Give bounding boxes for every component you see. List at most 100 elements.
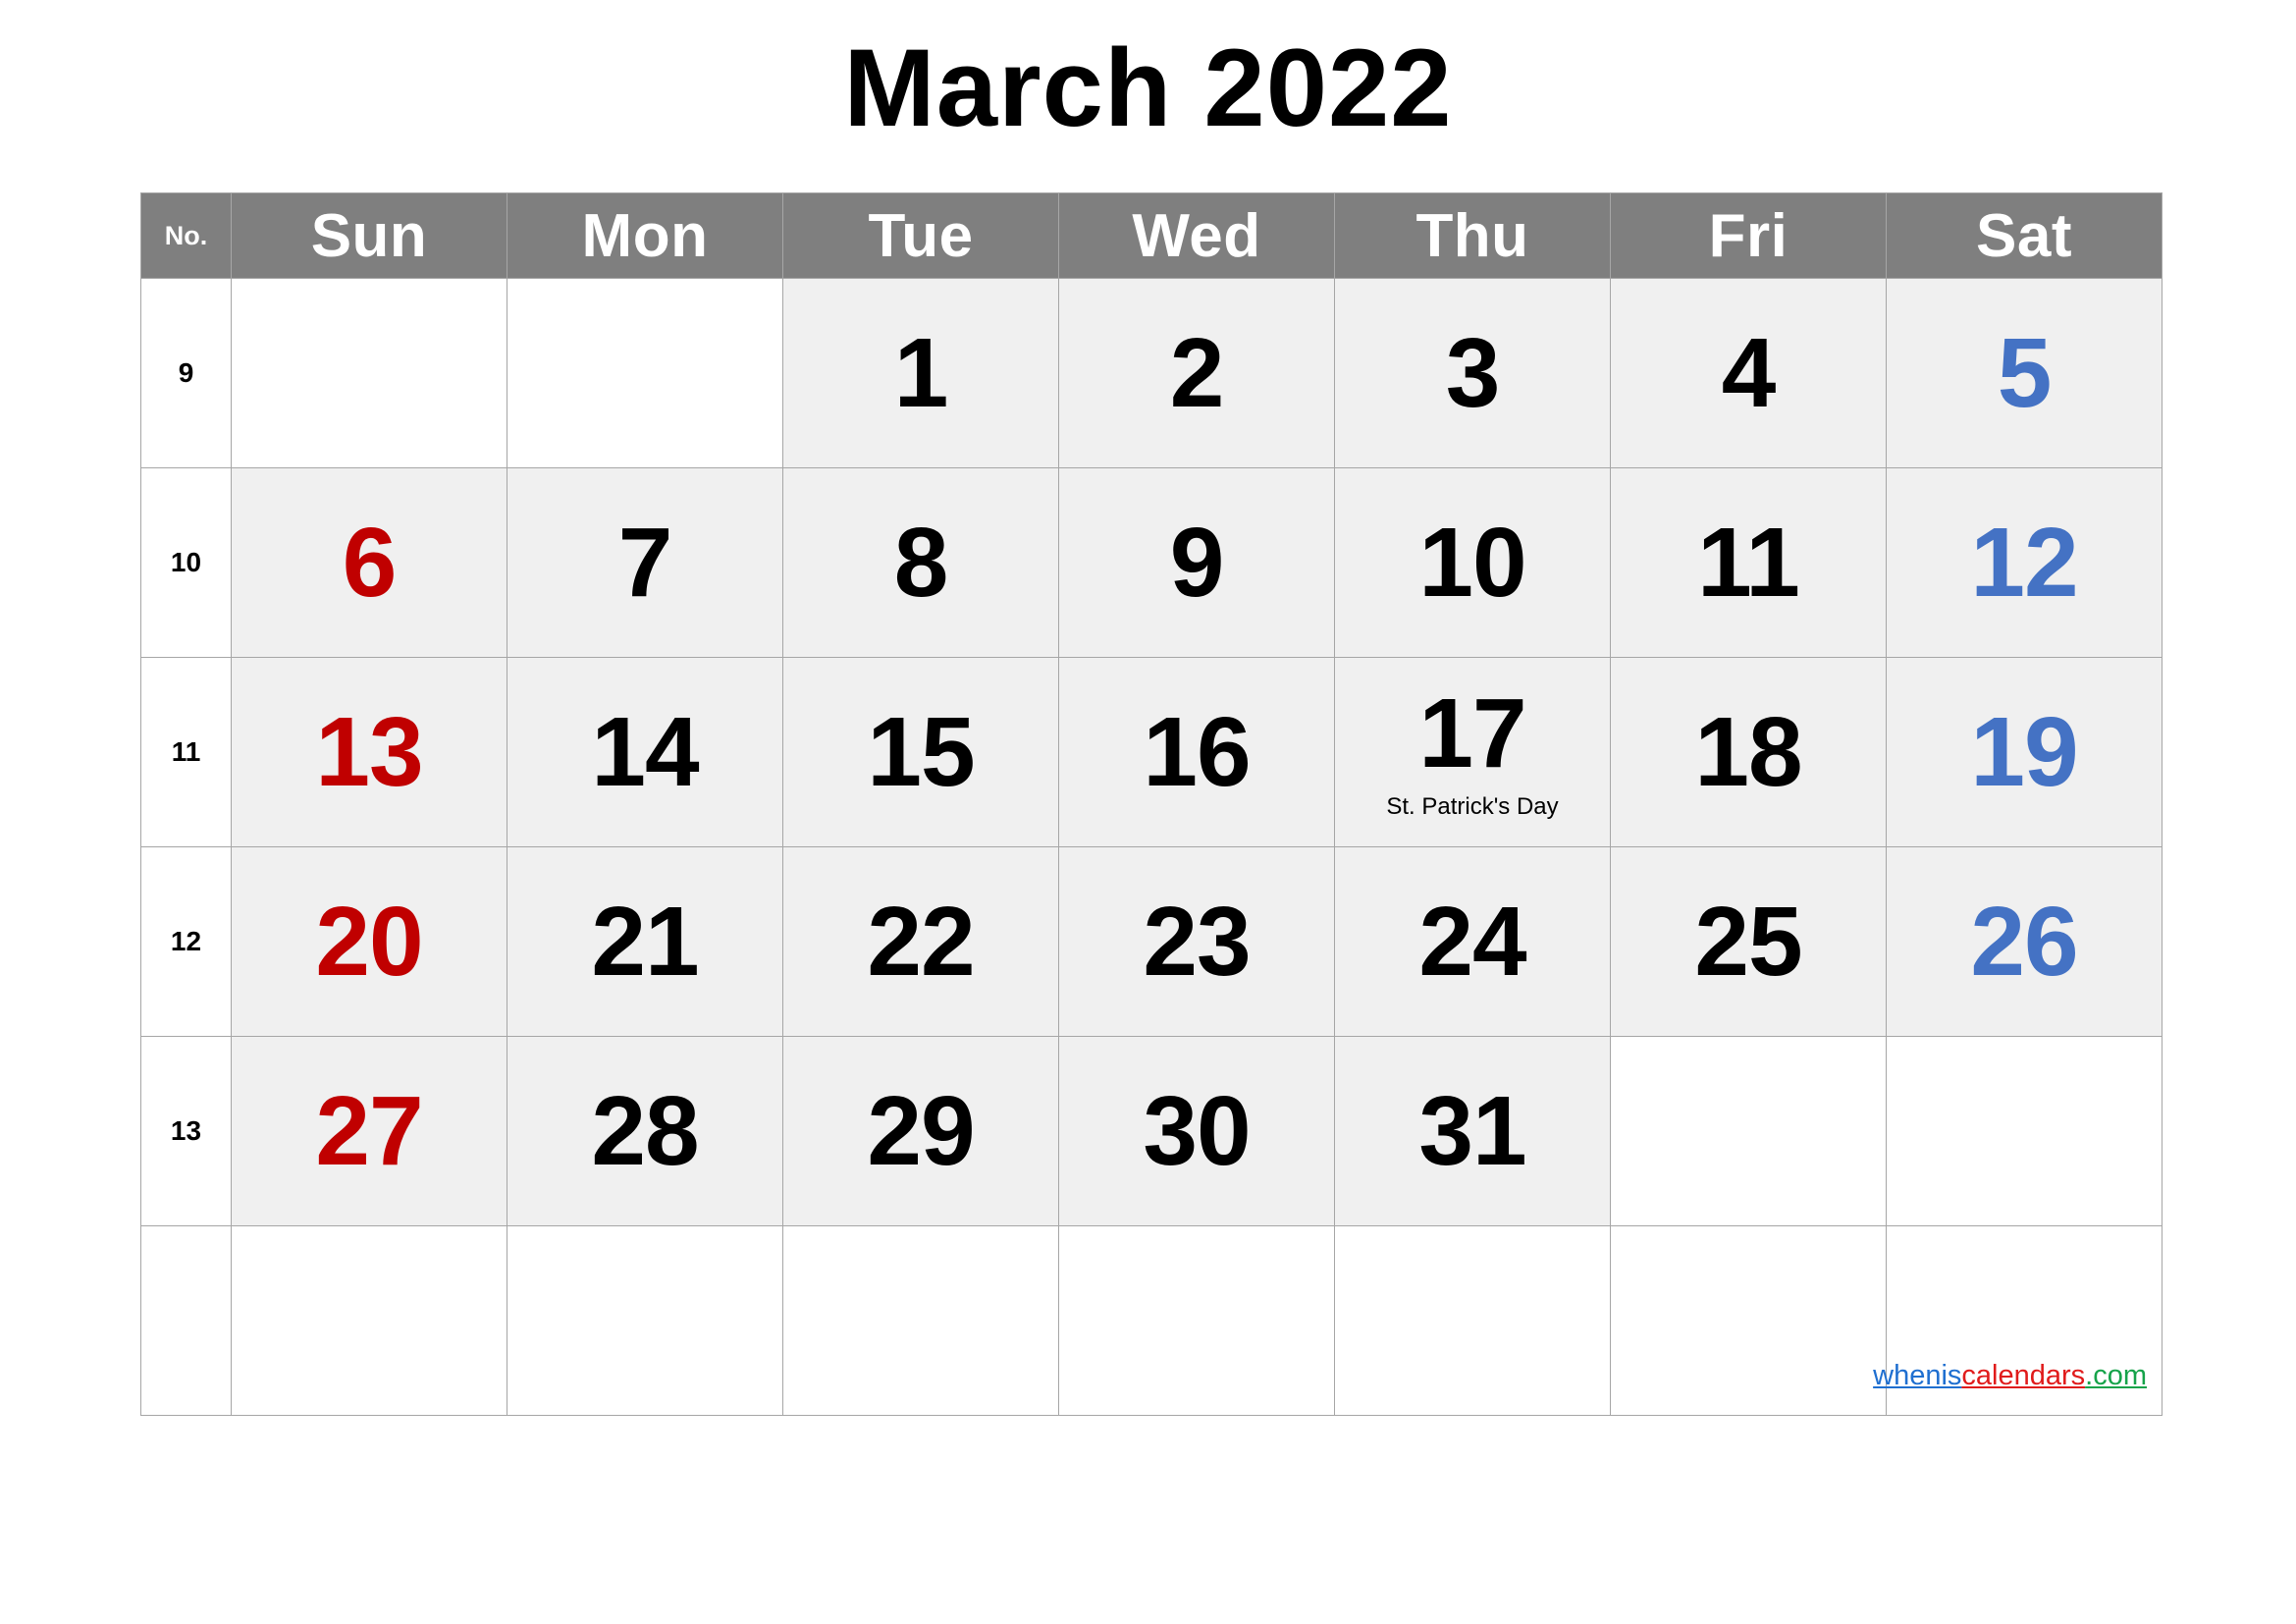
- day-cell-content: [232, 1226, 507, 1415]
- day-cell-sun[interactable]: 27: [231, 1036, 507, 1226]
- day-cell-sun[interactable]: 13: [231, 657, 507, 847]
- day-cell-wed[interactable]: 30: [1058, 1036, 1335, 1226]
- day-cell-content: 25: [1611, 847, 1886, 1036]
- date-number: 2: [1169, 318, 1225, 428]
- day-cell-sun[interactable]: [231, 278, 507, 468]
- day-cell-mon[interactable]: 21: [507, 846, 783, 1037]
- day-cell-fri[interactable]: [1610, 1036, 1887, 1226]
- day-cell-thu[interactable]: 31: [1334, 1036, 1611, 1226]
- calendar-container: No. Sun Mon Tue Wed Thu Fri Sat 9 1 2 3 4 5 10…: [140, 192, 2163, 1416]
- day-cell-wed[interactable]: 9: [1058, 467, 1335, 658]
- day-cell-content: 27: [232, 1037, 507, 1225]
- header-day-sun: Sun: [231, 192, 507, 279]
- date-number: 27: [315, 1076, 423, 1186]
- header-week-number: No.: [140, 192, 232, 279]
- day-cell-thu[interactable]: [1334, 1225, 1611, 1416]
- calendar-table: No. Sun Mon Tue Wed Thu Fri Sat 9 1 2 3 4 5 10…: [140, 192, 2163, 1416]
- calendar-week-row: 10 6 7 8 9 10 11 12: [140, 467, 2163, 658]
- day-cell-sun[interactable]: 6: [231, 467, 507, 658]
- day-cell-mon[interactable]: [507, 1225, 783, 1416]
- day-cell-wed[interactable]: 16: [1058, 657, 1335, 847]
- day-cell-tue[interactable]: 22: [782, 846, 1059, 1037]
- day-cell-fri[interactable]: 25: [1610, 846, 1887, 1037]
- date-number: 7: [617, 508, 673, 618]
- date-number: 9: [1169, 508, 1225, 618]
- day-cell-content: 4: [1611, 279, 1886, 467]
- day-cell-content: 20: [232, 847, 507, 1036]
- day-cell-mon[interactable]: 14: [507, 657, 783, 847]
- calendar-week-row: [140, 1225, 2163, 1416]
- day-cell-content: 7: [507, 468, 782, 657]
- day-cell-wed[interactable]: [1058, 1225, 1335, 1416]
- page-title: March 2022: [843, 27, 1453, 149]
- week-number-cell: 10: [140, 467, 232, 658]
- date-number: 5: [1997, 318, 2053, 428]
- header-day-tue: Tue: [782, 192, 1059, 279]
- date-number: 30: [1143, 1076, 1251, 1186]
- day-cell-thu[interactable]: 3: [1334, 278, 1611, 468]
- header-day-wed: Wed: [1058, 192, 1335, 279]
- day-cell-content: [1059, 1226, 1334, 1415]
- day-cell-sun[interactable]: 20: [231, 846, 507, 1037]
- day-cell-content: 18: [1611, 658, 1886, 846]
- calendar-page: March 2022 No. Sun Mon Tue Wed Thu Fri S…: [0, 0, 2296, 1624]
- date-number: 28: [591, 1076, 699, 1186]
- day-cell-fri[interactable]: 18: [1610, 657, 1887, 847]
- day-cell-tue[interactable]: 1: [782, 278, 1059, 468]
- day-cell-content: 6: [232, 468, 507, 657]
- day-cell-fri[interactable]: 4: [1610, 278, 1887, 468]
- watermark-part-3: .com: [2085, 1360, 2147, 1391]
- date-number: 10: [1418, 508, 1526, 618]
- header-day-mon: Mon: [507, 192, 783, 279]
- header-day-sat: Sat: [1886, 192, 2163, 279]
- day-cell-wed[interactable]: 2: [1058, 278, 1335, 468]
- day-cell-content: 29: [783, 1037, 1058, 1225]
- date-number: 29: [867, 1076, 975, 1186]
- day-cell-tue[interactable]: 15: [782, 657, 1059, 847]
- day-cell-fri[interactable]: 11: [1610, 467, 1887, 658]
- week-number-cell: 12: [140, 846, 232, 1037]
- day-cell-thu[interactable]: 10: [1334, 467, 1611, 658]
- day-cell-sun[interactable]: [231, 1225, 507, 1416]
- day-cell-sat[interactable]: 12: [1886, 467, 2163, 658]
- day-cell-tue[interactable]: 8: [782, 467, 1059, 658]
- date-number: 21: [591, 887, 699, 997]
- header-row: No. Sun Mon Tue Wed Thu Fri Sat: [140, 192, 2163, 279]
- day-cell-content: 15: [783, 658, 1058, 846]
- week-number-cell: 9: [140, 278, 232, 468]
- day-cell-content: 23: [1059, 847, 1334, 1036]
- day-cell-tue[interactable]: 29: [782, 1036, 1059, 1226]
- day-cell-mon[interactable]: 7: [507, 467, 783, 658]
- day-cell-thu[interactable]: 17 St. Patrick's Day: [1334, 657, 1611, 847]
- day-cell-content: 17 St. Patrick's Day: [1335, 658, 1610, 846]
- day-cell-fri[interactable]: [1610, 1225, 1887, 1416]
- date-number: 20: [315, 887, 423, 997]
- day-cell-mon[interactable]: 28: [507, 1036, 783, 1226]
- day-cell-content: 8: [783, 468, 1058, 657]
- day-cell-tue[interactable]: [782, 1225, 1059, 1416]
- day-cell-sat[interactable]: 5: [1886, 278, 2163, 468]
- day-cell-content: 19: [1887, 658, 2162, 846]
- day-cell-content: [507, 279, 782, 467]
- day-cell-sat[interactable]: 26: [1886, 846, 2163, 1037]
- day-cell-content: 31: [1335, 1037, 1610, 1225]
- date-number: 17: [1418, 677, 1526, 788]
- watermark-part-2: calendars: [1961, 1360, 2086, 1391]
- date-number: 12: [1970, 508, 2078, 618]
- day-cell-content: [232, 279, 507, 467]
- day-cell-sat[interactable]: 19: [1886, 657, 2163, 847]
- day-cell-content: [1887, 1037, 2162, 1225]
- day-cell-content: 9: [1059, 468, 1334, 657]
- site-watermark[interactable]: wheniscalendars.com: [1873, 1362, 2147, 1390]
- day-cell-thu[interactable]: 24: [1334, 846, 1611, 1037]
- day-cell-content: 14: [507, 658, 782, 846]
- day-cell-wed[interactable]: 23: [1058, 846, 1335, 1037]
- date-number: 22: [867, 887, 975, 997]
- day-cell-content: 30: [1059, 1037, 1334, 1225]
- date-number: 3: [1445, 318, 1501, 428]
- calendar-body: 9 1 2 3 4 5 10 6 7 8 9 10 11 12 11 13 14 15 16 17 St. Patric…: [140, 278, 2163, 1416]
- day-cell-mon[interactable]: [507, 278, 783, 468]
- day-cell-content: 22: [783, 847, 1058, 1036]
- day-cell-content: 5: [1887, 279, 2162, 467]
- day-cell-sat[interactable]: [1886, 1036, 2163, 1226]
